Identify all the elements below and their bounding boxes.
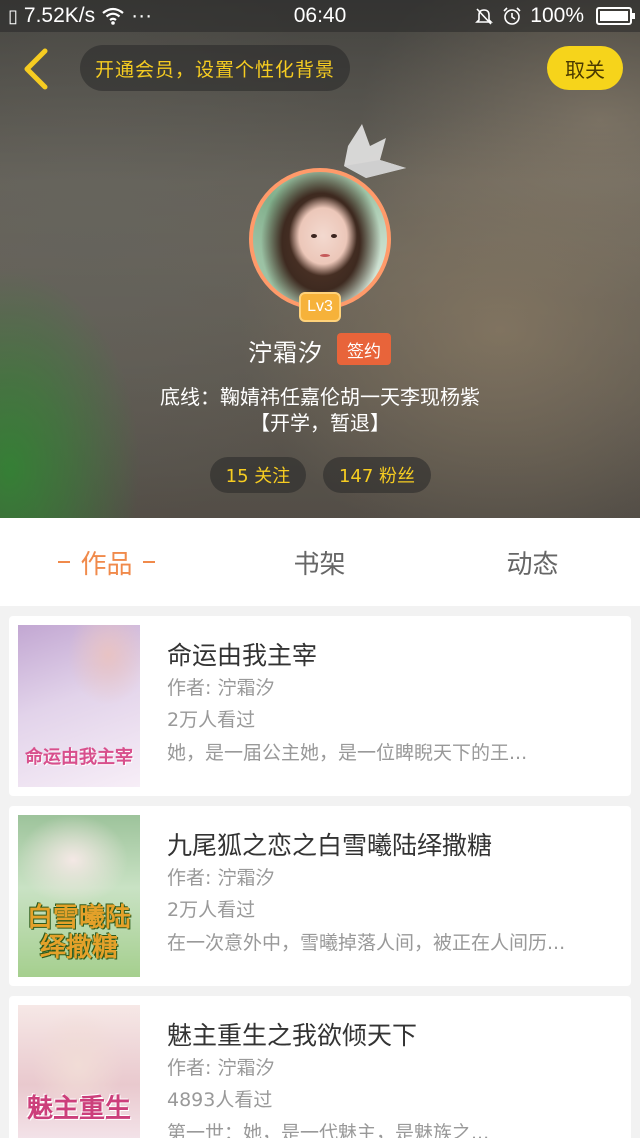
tab-bookshelf-label: 书架 xyxy=(293,549,346,580)
profile-bio: 底线：鞠婧祎任嘉伦胡一天李现杨紫 【开学，暂退】 xyxy=(0,384,640,436)
signed-badge: 签约 xyxy=(337,333,391,365)
tab-works[interactable]: 作品 xyxy=(0,518,213,606)
tab-indicator-left xyxy=(58,561,71,563)
book-views: 2万人看过 xyxy=(167,899,256,921)
book-title[interactable]: 九尾狐之恋之白雪曦陆绎撒糖 xyxy=(167,830,567,862)
book-author: 作者: 泞霜汐 xyxy=(167,867,275,889)
alarm-icon xyxy=(503,7,521,25)
mute-bell-icon xyxy=(475,8,494,25)
tab-bookshelf[interactable]: 书架 xyxy=(213,518,426,606)
status-right: 100% xyxy=(474,4,635,28)
battery-percent: 100% xyxy=(530,4,584,27)
back-button[interactable] xyxy=(14,44,58,94)
level-badge: Lv3 xyxy=(299,292,341,322)
profile-header: ▯ 7.52K/s ··· 06:40 100% 开通会员，设置个性化背景 取关… xyxy=(0,0,640,518)
book-cover-title: 白雪曦陆绎撒糖 xyxy=(26,903,131,963)
book-description: 第一世：她，是一代魅主，是魅族之... xyxy=(167,1122,490,1138)
book-author: 作者: 泞霜汐 xyxy=(167,677,275,699)
book-cover-title: 命运由我主宰 xyxy=(25,747,133,768)
book-item[interactable]: 魅主重生 魅主重生之我欲倾天下 作者: 泞霜汐 4893人看过 第一世：她，是一… xyxy=(9,996,631,1138)
fans-count[interactable]: 147 粉丝 xyxy=(323,457,431,493)
book-info: 魅主重生之我欲倾天下 作者: 泞霜汐 4893人看过 第一世：她，是一代魅主，是… xyxy=(167,1020,567,1138)
battery-icon xyxy=(596,7,635,25)
book-author: 作者: 泞霜汐 xyxy=(167,1057,275,1079)
book-cover[interactable]: 白雪曦陆绎撒糖 xyxy=(18,815,140,977)
book-item[interactable]: 白雪曦陆绎撒糖 九尾狐之恋之白雪曦陆绎撒糖 作者: 泞霜汐 2万人看过 在一次意… xyxy=(9,806,631,986)
bio-line-1: 底线：鞠婧祎任嘉伦胡一天李现杨紫 xyxy=(160,385,480,409)
book-info: 命运由我主宰 作者: 泞霜汐 2万人看过 她，是一届公主她，是一位睥睨天下的王.… xyxy=(167,640,567,770)
tab-activity-label: 动态 xyxy=(506,549,559,580)
book-cover[interactable]: 魅主重生 xyxy=(18,1005,140,1138)
book-item[interactable]: 命运由我主宰 命运由我主宰 作者: 泞霜汐 2万人看过 她，是一届公主她，是一位… xyxy=(9,616,631,796)
vip-background-promo[interactable]: 开通会员，设置个性化背景 xyxy=(80,45,350,91)
bio-line-2: 【开学，暂退】 xyxy=(250,411,390,435)
book-description: 在一次意外中，雪曦掉落人间，被正在人间历... xyxy=(167,932,566,954)
book-views: 2万人看过 xyxy=(167,709,256,731)
following-count[interactable]: 15 关注 xyxy=(210,457,306,493)
tab-works-label: 作品 xyxy=(80,549,133,580)
status-bar: ▯ 7.52K/s ··· 06:40 100% xyxy=(0,0,640,32)
book-views: 4893人看过 xyxy=(167,1089,273,1111)
book-cover[interactable]: 命运由我主宰 xyxy=(18,625,140,787)
book-title[interactable]: 魅主重生之我欲倾天下 xyxy=(167,1020,567,1052)
tab-activity[interactable]: 动态 xyxy=(426,518,639,606)
book-cover-title: 魅主重生 xyxy=(26,1094,131,1124)
tab-indicator-right xyxy=(142,561,155,563)
book-info: 九尾狐之恋之白雪曦陆绎撒糖 作者: 泞霜汐 2万人看过 在一次意外中，雪曦掉落人… xyxy=(167,830,567,960)
avatar[interactable] xyxy=(249,168,391,310)
book-description: 她，是一届公主她，是一位睥睨天下的王... xyxy=(167,742,528,764)
profile-tabs: 作品 书架 动态 xyxy=(0,518,640,606)
chevron-left-icon xyxy=(24,48,48,90)
book-title[interactable]: 命运由我主宰 xyxy=(167,640,567,672)
unfollow-button[interactable]: 取关 xyxy=(547,46,623,90)
username: 泞霜汐 xyxy=(248,339,323,367)
